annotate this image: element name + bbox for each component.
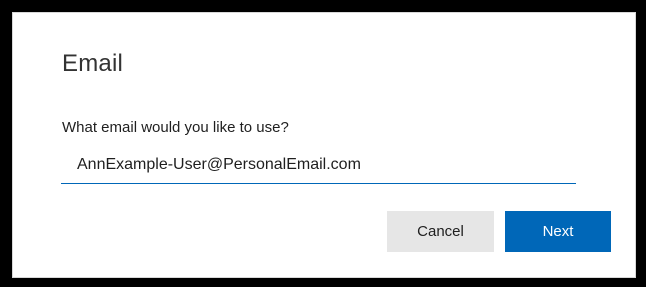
dialog-title: Email bbox=[62, 50, 124, 77]
next-button[interactable]: Next bbox=[505, 211, 611, 252]
cancel-button[interactable]: Cancel bbox=[387, 211, 494, 252]
email-prompt-label: What email would you like to use? bbox=[62, 119, 289, 136]
email-dialog: Email What email would you like to use? … bbox=[12, 12, 636, 278]
email-field[interactable] bbox=[61, 147, 576, 184]
window-frame: Email What email would you like to use? … bbox=[0, 0, 646, 287]
